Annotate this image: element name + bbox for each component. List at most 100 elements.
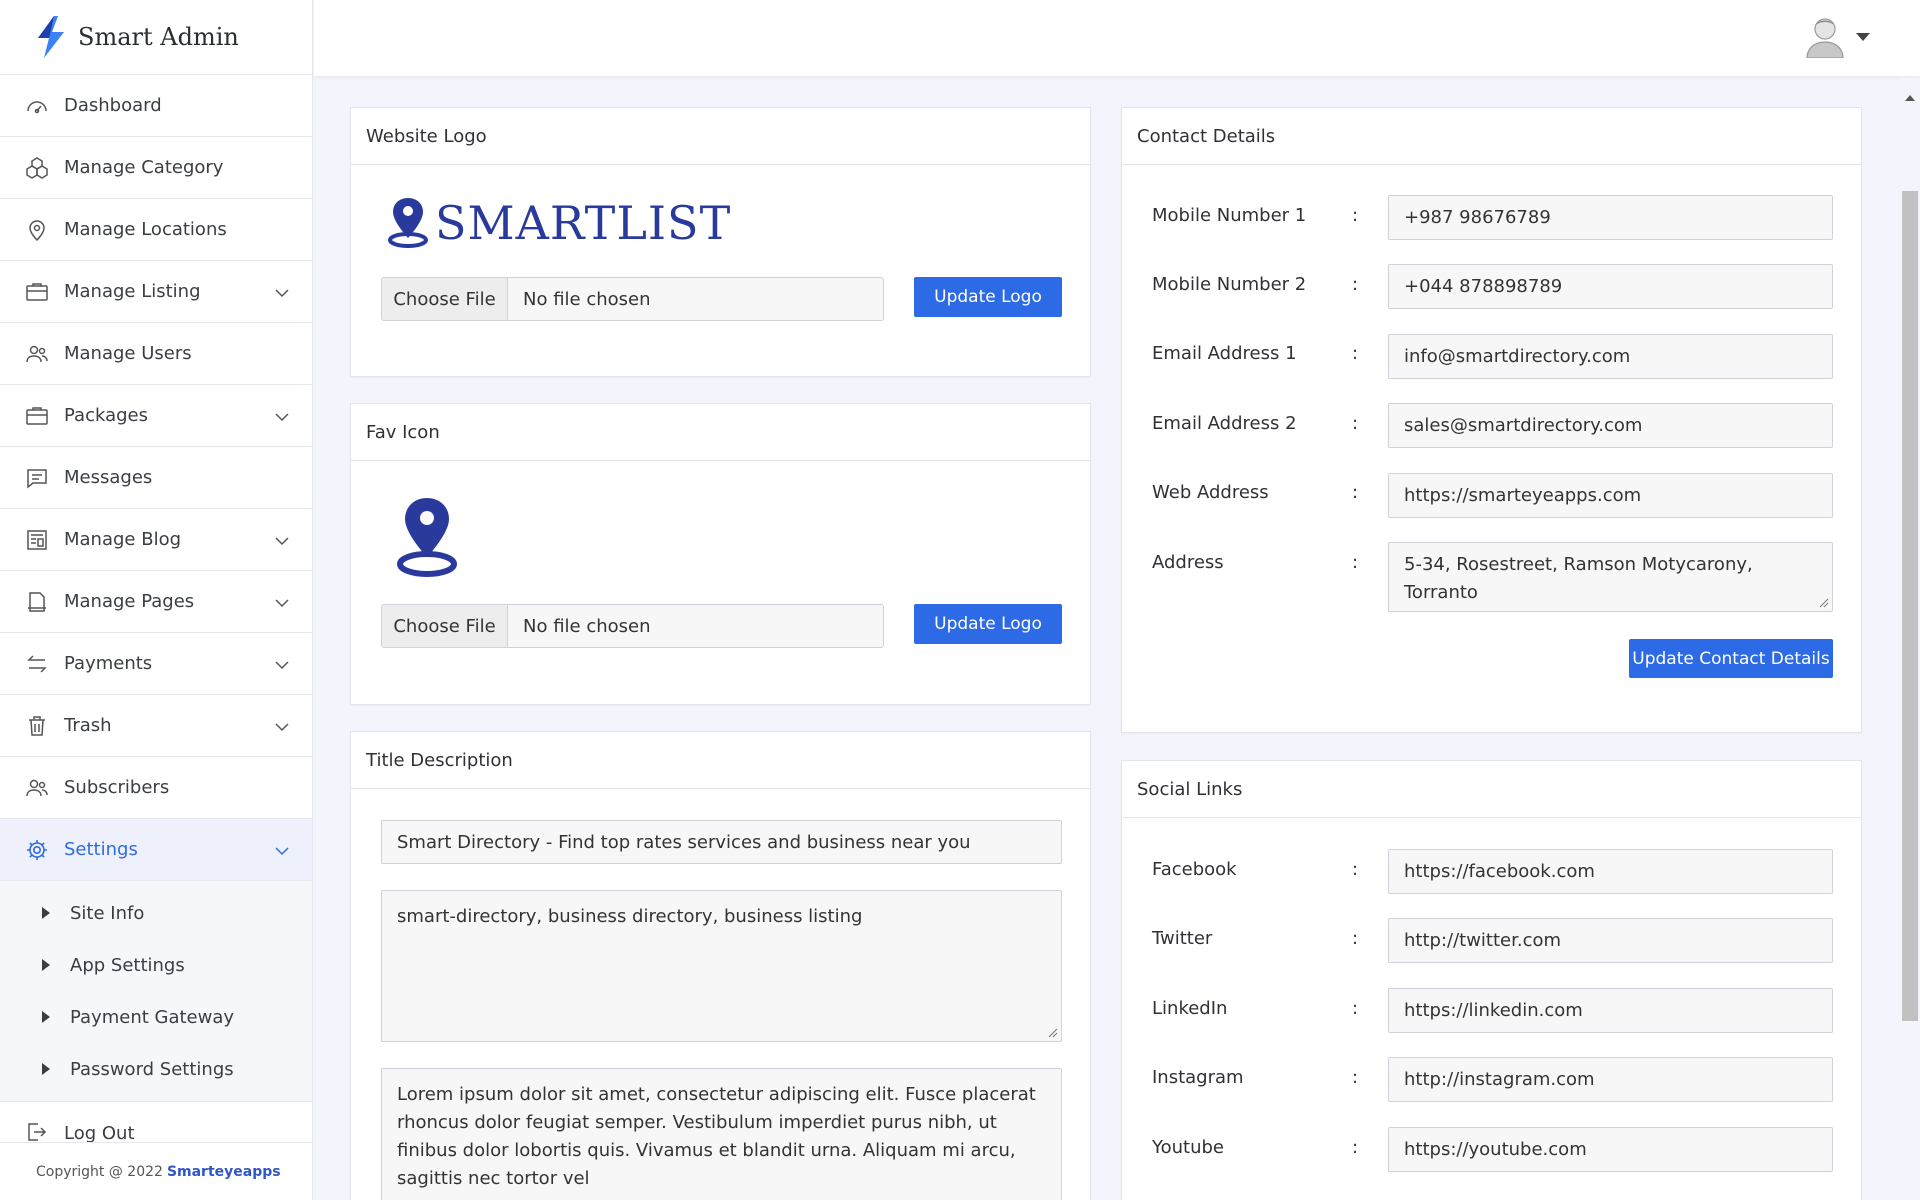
description-text: Lorem ipsum dolor sit amet, consectetur …: [397, 1084, 1036, 1189]
sidebar-item-label: Manage Pages: [64, 591, 195, 612]
file-status: No file chosen: [523, 288, 651, 310]
briefcase-icon: [24, 279, 50, 305]
email-address-2-input[interactable]: sales@smartdirectory.com: [1388, 403, 1833, 448]
resize-handle-icon[interactable]: [1048, 1028, 1058, 1038]
map-pin-logo-icon: [388, 198, 428, 248]
chevron-down-icon: [275, 289, 289, 298]
sidebar-item-manage-listing[interactable]: Manage Listing: [0, 261, 312, 323]
address-textarea[interactable]: 5-34, Rosestreet, Ramson Motycarony, Tor…: [1388, 542, 1833, 612]
sidebar-item-manage-category[interactable]: Manage Category: [0, 137, 312, 199]
twitter-input[interactable]: http://twitter.com: [1388, 918, 1833, 963]
update-contact-details-button[interactable]: Update Contact Details: [1629, 639, 1833, 678]
submenu-item-site-info[interactable]: Site Info: [0, 887, 312, 939]
field-label: Web Address: [1152, 482, 1269, 503]
sidebar-item-manage-locations[interactable]: Manage Locations: [0, 199, 312, 261]
keywords-textarea[interactable]: smart-directory, business directory, bus…: [381, 890, 1062, 1042]
sidebar-item-label: Messages: [64, 467, 153, 488]
colon: :: [1352, 413, 1359, 434]
web-address-input[interactable]: https://smarteyeapps.com: [1388, 473, 1833, 518]
sidebar-item-settings[interactable]: Settings: [0, 819, 312, 881]
linkedin-input[interactable]: https://linkedin.com: [1388, 988, 1833, 1033]
submenu-item-app-settings[interactable]: App Settings: [0, 939, 312, 991]
colon: :: [1352, 205, 1359, 226]
scrollbar[interactable]: [1900, 78, 1920, 1200]
avatar: [1806, 18, 1844, 58]
copyright-link[interactable]: Smarteyeapps: [167, 1164, 281, 1180]
gear-icon: [24, 837, 50, 863]
chevron-down-icon: [275, 723, 289, 732]
logout-label: Log Out: [64, 1122, 135, 1144]
brand[interactable]: Smart Admin: [0, 0, 312, 75]
copyright: Copyright @ 2022 Smarteyeapps: [0, 1142, 312, 1200]
mobile-number-2-input[interactable]: +044 878898789: [1388, 264, 1833, 309]
users-icon: [24, 775, 50, 801]
package-icon: [24, 403, 50, 429]
colon: :: [1352, 859, 1359, 880]
transfer-arrows-icon: [24, 651, 50, 677]
card-title: Fav Icon: [351, 404, 1090, 461]
user-menu[interactable]: [1806, 16, 1870, 58]
sidebar-item-label: Manage Locations: [64, 219, 227, 240]
sidebar-item-label: Manage Listing: [64, 281, 201, 302]
update-logo-button[interactable]: Update Logo: [914, 277, 1062, 317]
chevron-down-icon: [275, 599, 289, 608]
fav-icon-card: Fav Icon Choose File No file chosen Upda…: [350, 403, 1091, 705]
sidebar-item-payments[interactable]: Payments: [0, 633, 312, 695]
fav-map-pin-icon: [397, 498, 457, 577]
caret-right-icon: [42, 959, 50, 971]
email-address-1-input[interactable]: info@smartdirectory.com: [1388, 334, 1833, 379]
favicon-file-input[interactable]: Choose File No file chosen: [381, 604, 884, 648]
submenu-item-password-settings[interactable]: Password Settings: [0, 1043, 312, 1095]
users-icon: [24, 341, 50, 367]
sidebar-item-manage-users[interactable]: Manage Users: [0, 323, 312, 385]
choose-file-button[interactable]: Choose File: [382, 278, 508, 320]
colon: :: [1352, 998, 1359, 1019]
sidebar-item-trash[interactable]: Trash: [0, 695, 312, 757]
cubes-icon: [24, 155, 50, 181]
choose-file-button[interactable]: Choose File: [382, 605, 508, 647]
sidebar-item-messages[interactable]: Messages: [0, 447, 312, 509]
newspaper-icon: [24, 527, 50, 553]
sidebar-item-subscribers[interactable]: Subscribers: [0, 757, 312, 819]
sidebar-item-label: Payments: [64, 653, 153, 674]
map-pin-icon: [24, 217, 50, 243]
site-title-input[interactable]: Smart Directory - Find top rates service…: [381, 820, 1062, 864]
instagram-input[interactable]: http://instagram.com: [1388, 1057, 1833, 1102]
page-icon: [24, 589, 50, 615]
scrollbar-thumb[interactable]: [1902, 191, 1918, 1021]
submenu-item-payment-gateway[interactable]: Payment Gateway: [0, 991, 312, 1043]
colon: :: [1352, 343, 1359, 364]
caret-right-icon: [42, 907, 50, 919]
resize-handle-icon[interactable]: [1819, 598, 1829, 608]
sidebar-item-label: Packages: [64, 405, 148, 426]
sidebar-item-dashboard[interactable]: Dashboard: [0, 75, 312, 137]
social-links-card: Social Links Facebook : https://facebook…: [1121, 760, 1862, 1200]
caret-right-icon: [42, 1011, 50, 1023]
sidebar-item-label: Trash: [64, 715, 112, 736]
sidebar-item-label: Dashboard: [64, 95, 162, 116]
file-status: No file chosen: [523, 615, 651, 637]
sidebar-item-packages[interactable]: Packages: [0, 385, 312, 447]
sidebar-item-manage-blog[interactable]: Manage Blog: [0, 509, 312, 571]
submenu-label: App Settings: [70, 954, 185, 976]
field-label: Instagram: [1152, 1067, 1244, 1088]
settings-submenu: Site Info App Settings Payment Gateway P…: [0, 881, 312, 1102]
sidebar-item-manage-pages[interactable]: Manage Pages: [0, 571, 312, 633]
description-textarea[interactable]: Lorem ipsum dolor sit amet, consectetur …: [381, 1068, 1062, 1200]
youtube-input[interactable]: https://youtube.com: [1388, 1127, 1833, 1172]
chevron-down-icon: [275, 537, 289, 546]
chevron-down-icon: [275, 847, 289, 856]
sidebar-item-label: Manage Blog: [64, 529, 182, 550]
logo-file-input[interactable]: Choose File No file chosen: [381, 277, 884, 321]
chevron-down-icon: [275, 413, 289, 422]
colon: :: [1352, 552, 1359, 573]
facebook-input[interactable]: https://facebook.com: [1388, 849, 1833, 894]
card-title: Website Logo: [351, 108, 1090, 165]
caret-right-icon: [42, 1063, 50, 1075]
colon: :: [1352, 482, 1359, 503]
sidebar-item-label: Subscribers: [64, 777, 170, 798]
update-favicon-button[interactable]: Update Logo: [914, 604, 1062, 644]
topbar: [314, 0, 1920, 76]
mobile-number-1-input[interactable]: +987 98676789: [1388, 195, 1833, 240]
scroll-up-icon[interactable]: [1905, 95, 1915, 101]
